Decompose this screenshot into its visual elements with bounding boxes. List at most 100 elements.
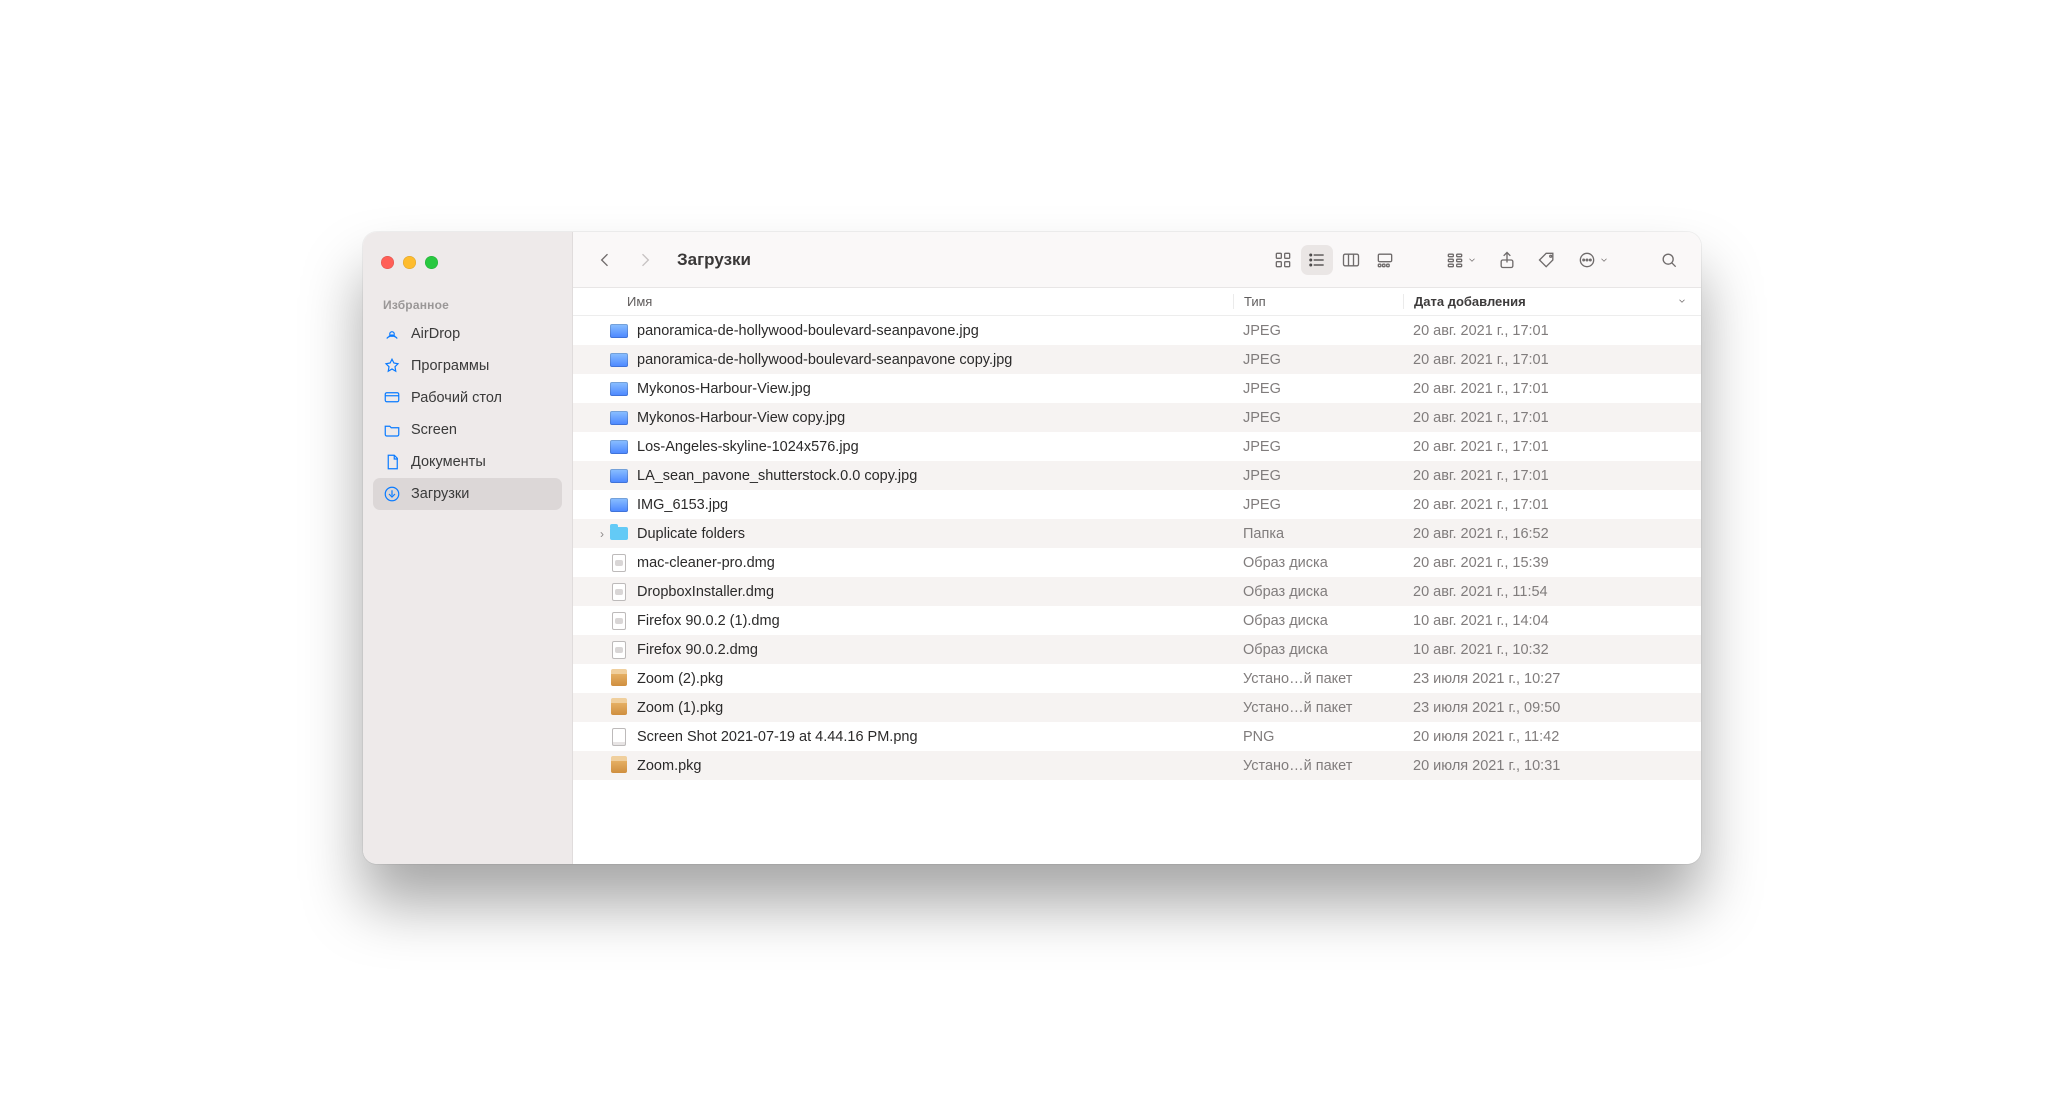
file-date: 20 авг. 2021 г., 17:01 [1403,352,1691,368]
file-type: JPEG [1233,381,1403,397]
file-date: 23 июля 2021 г., 10:27 [1403,671,1691,687]
file-type: Папка [1233,526,1403,542]
file-row[interactable]: Firefox 90.0.2.dmgОбраз диска10 авг. 202… [573,635,1701,664]
view-gallery-button[interactable] [1369,245,1401,275]
document-icon [383,453,401,471]
file-kind-icon [609,350,629,370]
file-kind-icon [609,524,629,544]
file-date: 20 авг. 2021 г., 17:01 [1403,323,1691,339]
sidebar-item-label: Программы [411,358,489,374]
file-date: 20 июля 2021 г., 10:31 [1403,758,1691,774]
column-header-type[interactable]: Тип [1233,294,1403,309]
sidebar-item-desktop[interactable]: Рабочий стол [373,382,562,414]
finder-window: Избранное AirDropПрограммыРабочий столSc… [363,232,1701,864]
fullscreen-window-button[interactable] [425,256,438,269]
file-date: 20 авг. 2021 г., 17:01 [1403,497,1691,513]
file-kind-icon [609,321,629,341]
file-date: 20 авг. 2021 г., 16:52 [1403,526,1691,542]
sidebar-item-document[interactable]: Документы [373,446,562,478]
file-type: Устано…й пакет [1233,700,1403,716]
forward-button[interactable] [629,245,661,275]
file-row[interactable]: DropboxInstaller.dmgОбраз диска20 авг. 2… [573,577,1701,606]
sidebar-item-downloads[interactable]: Загрузки [373,478,562,510]
view-columns-button[interactable] [1335,245,1367,275]
file-kind-icon [609,669,629,689]
file-type: JPEG [1233,323,1403,339]
file-date: 20 июля 2021 г., 11:42 [1403,729,1691,745]
file-name: IMG_6153.jpg [637,497,1233,513]
file-row[interactable]: Screen Shot 2021-07-19 at 4.44.16 PM.png… [573,722,1701,751]
sidebar-item-apps[interactable]: Программы [373,350,562,382]
file-type: Образ диска [1233,584,1403,600]
file-type: Образ диска [1233,555,1403,571]
desktop-icon [383,389,401,407]
search-button[interactable] [1653,245,1685,275]
file-name: Zoom (1).pkg [637,700,1233,716]
sidebar: Избранное AirDropПрограммыРабочий столSc… [363,232,573,864]
file-row[interactable]: Mykonos-Harbour-View copy.jpgJPEG20 авг.… [573,403,1701,432]
close-window-button[interactable] [381,256,394,269]
sidebar-item-label: Загрузки [411,486,469,502]
tags-button[interactable] [1531,245,1563,275]
file-kind-icon [609,495,629,515]
file-name: Mykonos-Harbour-View copy.jpg [637,410,1233,426]
file-kind-icon [609,437,629,457]
file-row[interactable]: LA_sean_pavone_shutterstock.0.0 copy.jpg… [573,461,1701,490]
view-icons-button[interactable] [1267,245,1299,275]
file-date: 20 авг. 2021 г., 11:54 [1403,584,1691,600]
column-header-date[interactable]: Дата добавления [1403,294,1691,309]
file-date: 10 авг. 2021 г., 10:32 [1403,642,1691,658]
file-row[interactable]: panoramica-de-hollywood-boulevard-seanpa… [573,316,1701,345]
file-row[interactable]: panoramica-de-hollywood-boulevard-seanpa… [573,345,1701,374]
sidebar-item-label: AirDrop [411,326,460,342]
disclosure-triangle-icon[interactable]: › [595,527,609,541]
group-by-button[interactable] [1439,245,1483,275]
file-name: mac-cleaner-pro.dmg [637,555,1233,571]
file-kind-icon [609,698,629,718]
columns-header: Имя Тип Дата добавления [573,288,1701,316]
sort-indicator-icon [1677,294,1687,309]
file-name: Screen Shot 2021-07-19 at 4.44.16 PM.png [637,729,1233,745]
file-row[interactable]: IMG_6153.jpgJPEG20 авг. 2021 г., 17:01 [573,490,1701,519]
share-button[interactable] [1491,245,1523,275]
file-kind-icon [609,727,629,747]
file-kind-icon [609,756,629,776]
file-date: 20 авг. 2021 г., 17:01 [1403,468,1691,484]
file-kind-icon [609,611,629,631]
minimize-window-button[interactable] [403,256,416,269]
view-list-button[interactable] [1301,245,1333,275]
actions-button[interactable] [1571,245,1615,275]
file-kind-icon [609,553,629,573]
file-name: Los-Angeles-skyline-1024x576.jpg [637,439,1233,455]
back-button[interactable] [589,245,621,275]
file-row[interactable]: Zoom (1).pkgУстано…й пакет23 июля 2021 г… [573,693,1701,722]
apps-icon [383,357,401,375]
file-date: 10 авг. 2021 г., 14:04 [1403,613,1691,629]
toolbar: Загрузки [573,232,1701,288]
file-date: 20 авг. 2021 г., 17:01 [1403,381,1691,397]
folder-icon [383,421,401,439]
file-type: JPEG [1233,497,1403,513]
file-kind-icon [609,408,629,428]
file-list[interactable]: panoramica-de-hollywood-boulevard-seanpa… [573,316,1701,864]
file-row[interactable]: Mykonos-Harbour-View.jpgJPEG20 авг. 2021… [573,374,1701,403]
column-header-name[interactable]: Имя [595,294,1233,309]
file-name: Firefox 90.0.2 (1).dmg [637,613,1233,629]
file-row[interactable]: Firefox 90.0.2 (1).dmgОбраз диска10 авг.… [573,606,1701,635]
file-row[interactable]: Zoom (2).pkgУстано…й пакет23 июля 2021 г… [573,664,1701,693]
file-row[interactable]: › Duplicate foldersПапка20 авг. 2021 г., … [573,519,1701,548]
file-row[interactable]: mac-cleaner-pro.dmgОбраз диска20 авг. 20… [573,548,1701,577]
column-header-date-label: Дата добавления [1414,294,1526,309]
file-type: Устано…й пакет [1233,758,1403,774]
sidebar-item-folder[interactable]: Screen [373,414,562,446]
file-type: Образ диска [1233,613,1403,629]
sidebar-item-airdrop[interactable]: AirDrop [373,318,562,350]
file-row[interactable]: Zoom.pkgУстано…й пакет20 июля 2021 г., 1… [573,751,1701,780]
file-name: Duplicate folders [637,526,1233,542]
file-row[interactable]: Los-Angeles-skyline-1024x576.jpgJPEG20 а… [573,432,1701,461]
sidebar-item-label: Screen [411,422,457,438]
view-switcher [1267,245,1401,275]
file-type: Образ диска [1233,642,1403,658]
file-date: 20 авг. 2021 г., 17:01 [1403,439,1691,455]
file-type: PNG [1233,729,1403,745]
